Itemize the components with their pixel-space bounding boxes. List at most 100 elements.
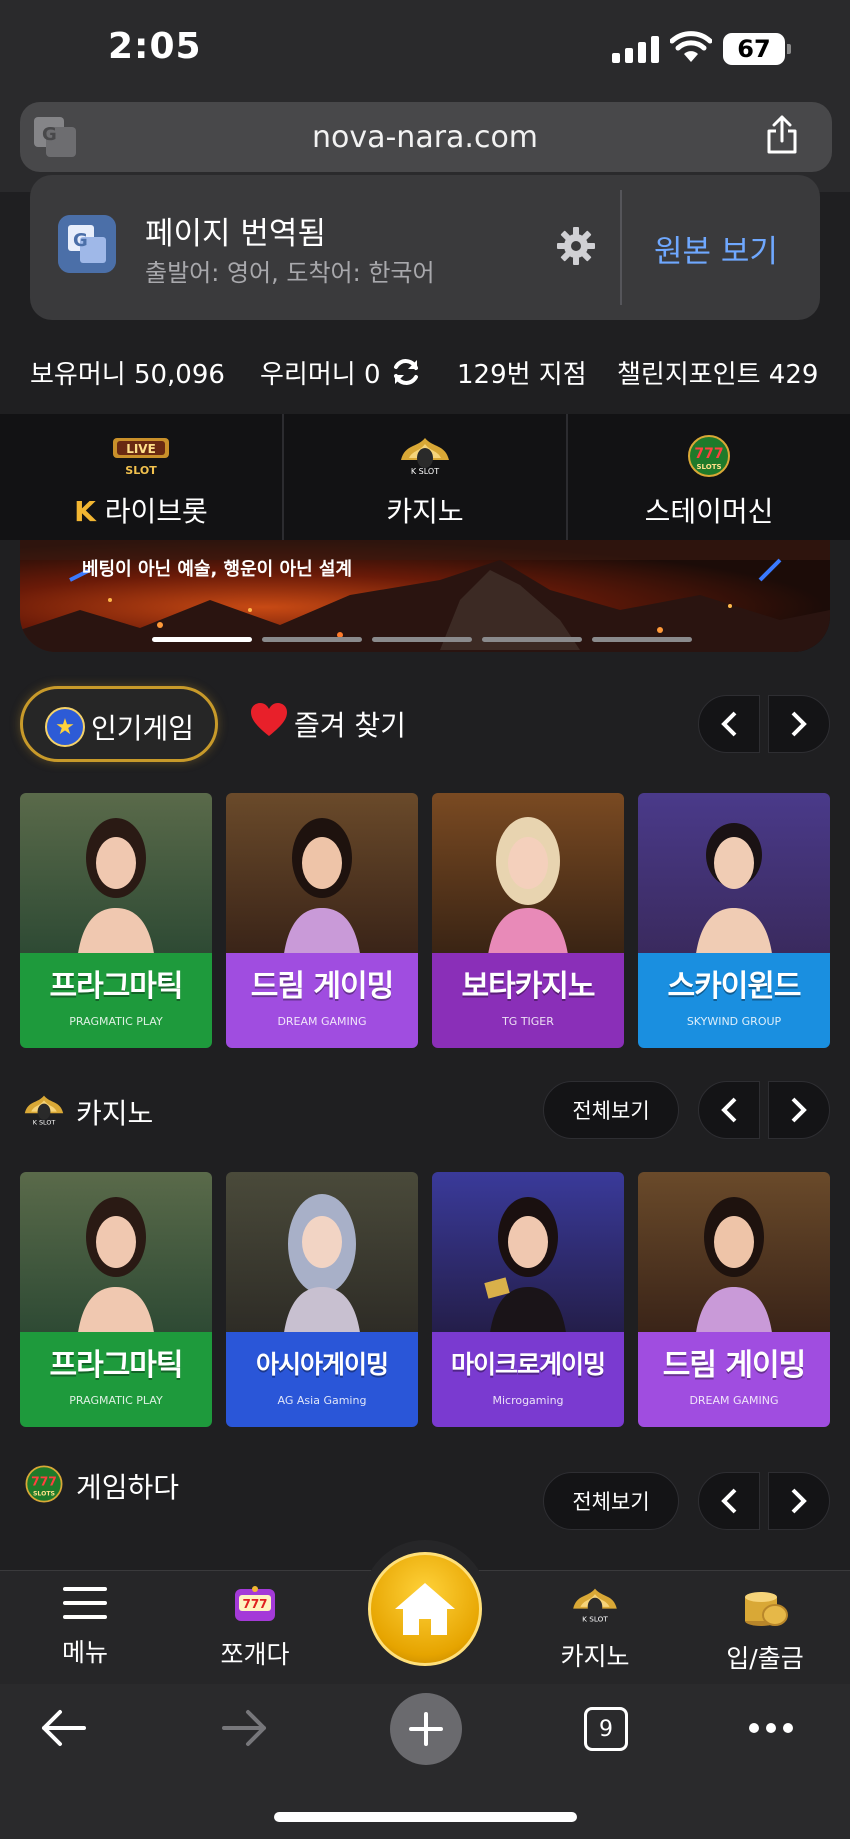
banner-dot[interactable] — [482, 637, 582, 642]
google-translate-icon: G — [58, 215, 116, 273]
card-brand: TG TIGER — [502, 1015, 554, 1028]
game-card-dream-gaming[interactable]: 드림 게이밍 DREAM GAMING — [226, 793, 418, 1048]
chevron-left-icon — [721, 1097, 737, 1123]
k-slot-crown-icon: K SLOT — [573, 1588, 617, 1623]
home-icon — [395, 1583, 455, 1635]
svg-text:K SLOT: K SLOT — [411, 467, 439, 476]
balance-bar: 보유머니 50,096 우리머니 0 129번 지점 챌린지포인트 429 — [0, 340, 850, 400]
hamburger-menu-icon — [63, 1587, 107, 1619]
game-card-skywind[interactable]: 스카이윈드 SKYWIND GROUP — [638, 793, 830, 1048]
chevron-left-icon — [721, 711, 737, 737]
prev-button[interactable] — [698, 1472, 760, 1530]
game-card-bota-casino[interactable]: 보타카지노 TG TIGER — [432, 793, 624, 1048]
status-time: 2:05 — [108, 26, 202, 67]
home-button[interactable] — [368, 1552, 482, 1666]
coins-icon — [745, 1592, 788, 1626]
casino-view-all-button[interactable]: 전체보기 — [543, 1081, 679, 1139]
game-card-microgaming[interactable]: 마이크로게이밍 Microgaming — [432, 1172, 624, 1427]
casino-pager — [698, 1081, 830, 1139]
tab-live-slot[interactable]: LIVE SLOT K 라이브롯 — [0, 414, 284, 540]
new-tab-button[interactable] — [390, 1693, 462, 1765]
more-options-icon[interactable] — [748, 1722, 794, 1734]
gear-icon[interactable] — [556, 226, 596, 266]
svg-text:G: G — [73, 230, 88, 251]
tabs-button[interactable]: 9 — [584, 1707, 628, 1751]
popular-pager — [698, 695, 830, 753]
game-card-pragmatic[interactable]: 프라그마틱 PRAGMATIC PLAY — [20, 1172, 212, 1427]
nav-deposit[interactable]: 입/출금 — [700, 1585, 830, 1675]
banner-dot[interactable] — [152, 637, 252, 642]
prev-button[interactable] — [698, 695, 760, 753]
url-text[interactable]: nova-nara.com — [0, 120, 850, 155]
forward-arrow-icon[interactable] — [222, 1708, 268, 1748]
heart-icon — [251, 703, 287, 736]
tab-favorites[interactable]: 즐겨 찾기 — [294, 704, 406, 744]
tab-popular-games[interactable]: ★ 인기게임 — [20, 686, 218, 762]
chevron-right-icon — [791, 1488, 807, 1514]
nav-casino[interactable]: K SLOT 카지노 — [530, 1585, 660, 1673]
category-tabs: LIVE SLOT K 라이브롯 K SLOT 카지노 777 SLOTS 스테… — [0, 414, 850, 540]
branch-label: 129번 지점 — [457, 360, 587, 390]
share-icon[interactable] — [764, 115, 800, 155]
owned-money: 보유머니 50,096 — [30, 360, 225, 390]
next-button[interactable] — [768, 695, 830, 753]
plus-icon — [409, 1712, 443, 1746]
our-money: 우리머니 0 — [260, 360, 381, 390]
star-icon: ★ — [45, 707, 85, 747]
game-card-dream-gaming[interactable]: 드림 게이밍 DREAM GAMING — [638, 1172, 830, 1427]
chevron-right-icon — [791, 711, 807, 737]
section-title-slots: 게임하다 — [76, 1471, 180, 1504]
slots-pager — [698, 1472, 830, 1530]
777-slots-icon: 777 SLOTS — [688, 435, 730, 477]
live-slot-icon: LIVE SLOT — [113, 438, 169, 477]
svg-text:SLOTS: SLOTS — [696, 463, 721, 471]
card-title: 보타카지노 — [461, 969, 596, 1004]
k-logo-icon: K — [74, 495, 96, 528]
next-button[interactable] — [768, 1081, 830, 1139]
slots-view-all-button[interactable]: 전체보기 — [543, 1472, 679, 1530]
back-arrow-icon[interactable] — [40, 1708, 86, 1748]
banner-dot[interactable] — [372, 637, 472, 642]
tab-casino[interactable]: K SLOT 카지노 — [284, 414, 568, 540]
svg-text:SLOTS: SLOTS — [33, 1490, 55, 1497]
prev-button[interactable] — [698, 1081, 760, 1139]
popup-divider — [620, 190, 622, 305]
game-card-asia-gaming[interactable]: 아시아게이밍 AG Asia Gaming — [226, 1172, 418, 1427]
777-slots-icon: 777 SLOTS — [25, 1465, 63, 1503]
game-card-pragmatic[interactable]: 프라그마틱 PRAGMATIC PLAY — [20, 793, 212, 1048]
next-button[interactable] — [768, 1472, 830, 1530]
cellular-signal-icon — [612, 36, 659, 63]
card-brand: SKYWIND GROUP — [686, 1015, 782, 1028]
nav-deposit-label: 입/출금 — [726, 1644, 804, 1673]
tab-casino-label: 카지노 — [386, 495, 464, 528]
svg-text:K SLOT: K SLOT — [33, 1118, 56, 1126]
nav-casino-label: 카지노 — [560, 1642, 630, 1671]
card-brand: AG Asia Gaming — [277, 1394, 367, 1407]
card-brand: DREAM GAMING — [277, 1015, 367, 1028]
tab-slot-machine[interactable]: 777 SLOTS 스테이머신 — [568, 414, 850, 540]
banner-dot[interactable] — [262, 637, 362, 642]
section-title-casino: 카지노 — [76, 1097, 154, 1130]
svg-text:LIVE: LIVE — [126, 442, 156, 456]
tab-slot-machine-label: 스테이머신 — [644, 495, 774, 528]
refresh-icon[interactable] — [390, 356, 422, 388]
svg-text:K SLOT: K SLOT — [582, 1614, 608, 1623]
card-title: 드림 게이밍 — [662, 1348, 806, 1383]
banner-pagination[interactable] — [152, 637, 692, 642]
view-original-button[interactable]: 원본 보기 — [654, 226, 778, 271]
translate-title: 페이지 번역됨 — [145, 216, 326, 252]
banner-dot[interactable] — [592, 637, 692, 642]
home-indicator[interactable] — [274, 1812, 577, 1822]
card-title: 스카이윈드 — [667, 969, 802, 1004]
chevron-left-icon — [721, 1488, 737, 1514]
svg-text:SLOT: SLOT — [125, 464, 157, 477]
nav-slot[interactable]: 777 쪼개다 — [190, 1585, 320, 1671]
k-slot-crown-icon: K SLOT — [401, 438, 449, 476]
card-brand: DREAM GAMING — [689, 1394, 779, 1407]
nav-menu[interactable]: 메뉴 — [20, 1585, 150, 1669]
slot-machine-icon: 777 — [235, 1586, 275, 1621]
card-title: 아시아게이밍 — [255, 1350, 389, 1379]
svg-text:777: 777 — [31, 1475, 57, 1489]
svg-text:777: 777 — [694, 446, 723, 462]
card-title: 프라그마틱 — [49, 1348, 184, 1383]
